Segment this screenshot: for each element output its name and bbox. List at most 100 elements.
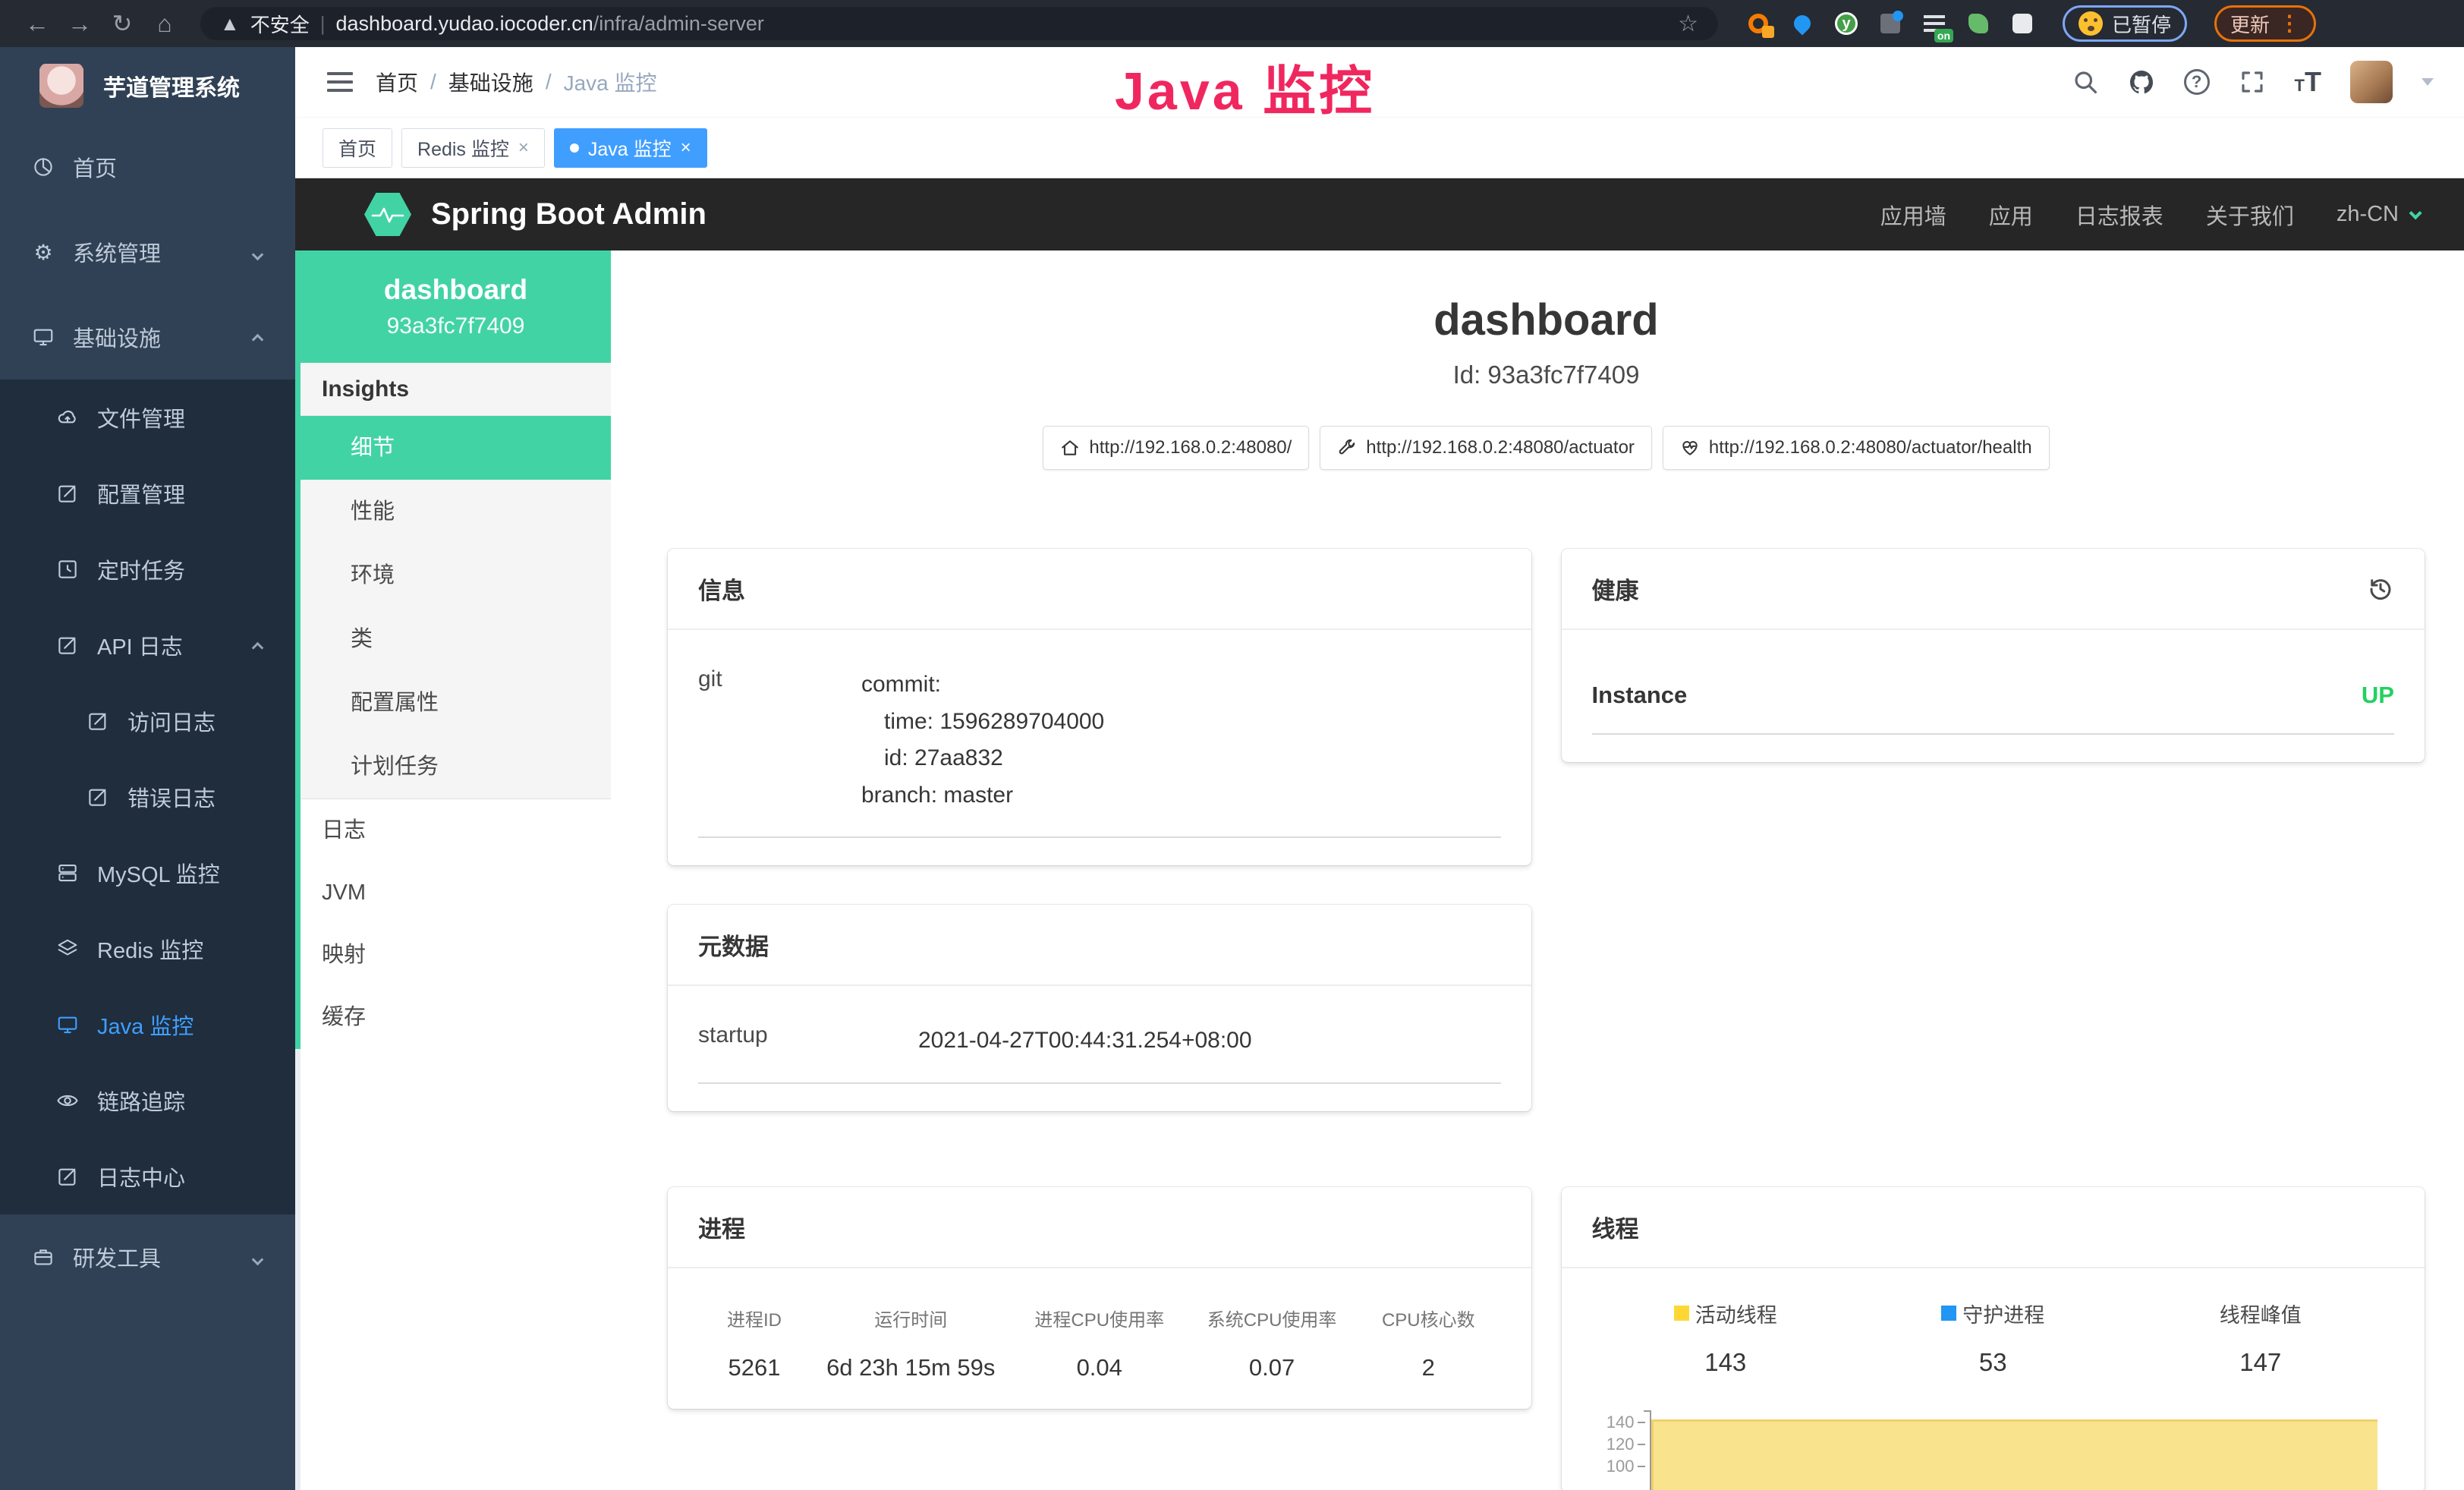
process-card: 进程 进程ID 运行时间 进程CPU使用率 系统CPU使用率 CPU核心数 [668, 1187, 1531, 1409]
sidebar-item-api-log[interactable]: API 日志 [0, 607, 295, 683]
sba-nav-applications[interactable]: 应用 [1989, 199, 2033, 231]
history-icon[interactable] [2367, 575, 2394, 603]
sba-item-classes[interactable]: 类 [301, 607, 611, 671]
col-header-system-cpu: 系统CPU使用率 [1188, 1305, 1356, 1331]
sidebar-item-redis[interactable]: Redis 监控 [0, 911, 295, 987]
threads-card: 线程 活动线程 143 [1562, 1187, 2425, 1490]
insights-section-label: Insights [301, 363, 611, 416]
health-instance-row[interactable]: Instance UP [1592, 682, 2395, 735]
sidebar-scrollbar[interactable] [295, 1049, 301, 1490]
sba-item-mappings[interactable]: 映射 [301, 924, 611, 986]
sidebar-item-mysql[interactable]: MySQL 监控 [0, 835, 295, 911]
sba-item-metrics[interactable]: 性能 [301, 480, 611, 543]
extension-grid-icon[interactable] [1877, 11, 1903, 36]
sba-brand-title[interactable]: Spring Boot Admin [431, 197, 706, 232]
chevron-up-icon [253, 325, 262, 350]
menu-toggle-icon[interactable] [327, 72, 353, 92]
sba-nav-wall[interactable]: 应用墙 [1880, 199, 1946, 231]
browser-update-button[interactable]: 更新 ⋮ [2214, 5, 2316, 42]
address-url[interactable]: dashboard.yudao.iocoder.cn/infra/admin-s… [336, 12, 764, 36]
metadata-card: 元数据 startup 2021-04-27T00:44:31.254+08:0… [668, 905, 1531, 1111]
browser-home-icon[interactable]: ⌂ [147, 0, 182, 47]
sidebar-item-error-log[interactable]: 错误日志 [0, 759, 295, 835]
sidebar-item-job[interactable]: 定时任务 [0, 531, 295, 607]
sba-header: Spring Boot Admin 应用墙 应用 日志报表 关于我们 zh-CN [295, 178, 2464, 250]
extension-tampermonkey-icon[interactable]: on [1921, 11, 1947, 36]
sidebar-item-system[interactable]: ⚙ 系统管理 [0, 209, 295, 295]
sba-nav-journal[interactable]: 日志报表 [2075, 199, 2163, 231]
sidebar-item-home[interactable]: 首页 [0, 124, 295, 209]
help-icon[interactable]: ? [2184, 69, 2210, 95]
profile-paused-chip[interactable]: 已暂停 [2063, 5, 2187, 42]
health-card: 健康 Instance UP [1562, 549, 2425, 762]
sidebar-item-config[interactable]: 配置管理 [0, 455, 295, 531]
browser-reload-icon[interactable]: ↻ [105, 0, 140, 47]
sidebar-item-file[interactable]: 文件管理 [0, 380, 295, 455]
extension-leaf-icon[interactable] [1965, 11, 1991, 36]
y-tick-120: 120 [1606, 1435, 1635, 1454]
github-icon[interactable] [2128, 68, 2155, 96]
sidebar-logo-row[interactable]: 芋道管理系统 [0, 47, 295, 124]
sba-item-logs[interactable]: 日志 [301, 799, 611, 862]
sidebar-item-label: 系统管理 [73, 236, 161, 268]
sidebar-item-label: 错误日志 [127, 781, 216, 813]
sidebar-item-access-log[interactable]: 访问日志 [0, 683, 295, 759]
timer-icon [56, 558, 79, 581]
tab-label: Java 监控 [588, 134, 672, 162]
sba-language-value: zh-CN [2337, 202, 2399, 227]
breadcrumb-home[interactable]: 首页 [376, 67, 418, 97]
extension-puzzle-icon[interactable] [2009, 11, 2035, 36]
browser-back-icon[interactable]: ← [20, 0, 55, 47]
sba-item-environment[interactable]: 环境 [301, 543, 611, 607]
chevron-down-icon [253, 240, 262, 265]
actuator-url-button[interactable]: http://192.168.0.2:48080/actuator [1320, 426, 1652, 470]
sba-nav-about[interactable]: 关于我们 [2206, 199, 2294, 231]
tab-home[interactable]: 首页 [323, 128, 392, 168]
tab-java-monitor[interactable]: Java 监控 × [554, 128, 707, 168]
tab-label: Redis 监控 [417, 134, 509, 162]
instance-header[interactable]: dashboard 93a3fc7f7409 [301, 250, 611, 363]
service-url-button[interactable]: http://192.168.0.2:48080/ [1043, 426, 1309, 470]
bookmark-star-icon[interactable]: ☆ [1678, 11, 1698, 37]
close-icon[interactable]: × [518, 137, 529, 159]
sidebar-item-trace[interactable]: 链路追踪 [0, 1063, 295, 1139]
monitor-icon [32, 326, 55, 348]
sidebar-item-label: Redis 监控 [97, 933, 203, 965]
sba-item-jvm[interactable]: JVM [301, 862, 611, 924]
sidebar-item-log-center[interactable]: 日志中心 [0, 1139, 295, 1214]
user-avatar[interactable] [2350, 61, 2393, 103]
legend-swatch-live [1674, 1306, 1689, 1321]
health-url-button[interactable]: http://192.168.0.2:48080/actuator/health [1663, 426, 2050, 470]
fullscreen-icon[interactable] [2239, 68, 2266, 96]
breadcrumb-infra[interactable]: 基础设施 [448, 67, 533, 97]
text-size-icon[interactable]: TT [2295, 66, 2321, 98]
page-instance-id: Id: 93a3fc7f7409 [668, 361, 2425, 389]
not-secure-label[interactable]: 不安全 [250, 10, 310, 38]
sba-item-scheduled-tasks[interactable]: 计划任务 [301, 735, 611, 799]
tab-redis-monitor[interactable]: Redis 监控 × [401, 128, 545, 168]
legend-value-live: 143 [1592, 1348, 1860, 1377]
y-tickmark [1638, 1466, 1645, 1467]
kebab-menu-icon[interactable]: ⋮ [2279, 17, 2300, 30]
sba-language-select[interactable]: zh-CN [2337, 202, 2418, 227]
extension-pin-icon[interactable] [1789, 11, 1815, 36]
close-icon[interactable]: × [681, 137, 691, 159]
sidebar-item-java[interactable]: Java 监控 [0, 987, 295, 1063]
extension-orange-icon[interactable] [1745, 11, 1771, 36]
sidebar-item-label: 链路追踪 [97, 1085, 185, 1117]
sba-item-details[interactable]: 细节 [301, 416, 611, 480]
heart-pulse-icon [1680, 438, 1700, 458]
sidebar-item-dev-tools[interactable]: 研发工具 [0, 1214, 295, 1299]
sba-item-caches[interactable]: 缓存 [301, 986, 611, 1048]
sidebar-item-infra[interactable]: 基础设施 [0, 295, 295, 380]
chevron-down-icon[interactable] [2422, 78, 2434, 86]
y-tick-100: 100 [1606, 1457, 1635, 1476]
address-bar[interactable]: ▲ 不安全 | dashboard.yudao.iocoder.cn/infra… [200, 7, 1718, 40]
col-header-cpu-cores: CPU核心数 [1356, 1305, 1500, 1331]
sba-item-config-props[interactable]: 配置属性 [301, 671, 611, 735]
extension-y-icon[interactable]: y [1833, 11, 1859, 36]
browser-forward-icon[interactable]: → [62, 0, 97, 47]
browser-toolbar: ← → ↻ ⌂ ▲ 不安全 | dashboard.yudao.iocoder.… [0, 0, 2464, 47]
search-icon[interactable] [2072, 68, 2099, 96]
sba-logo-icon[interactable] [364, 191, 411, 238]
